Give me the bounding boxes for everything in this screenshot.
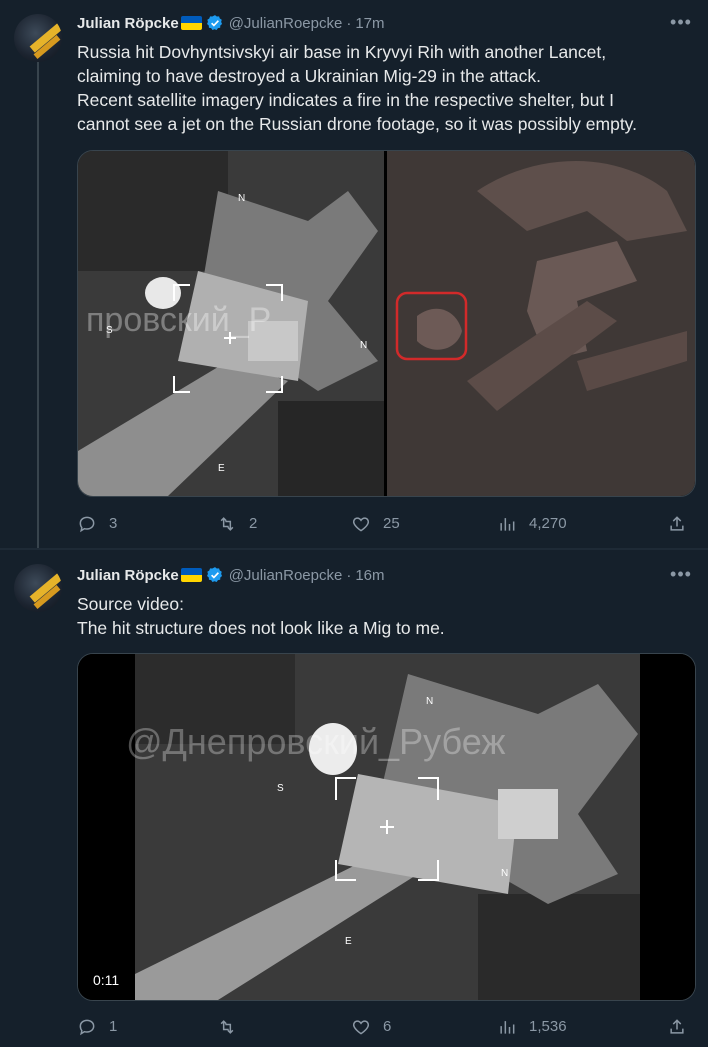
watermark-text: @Днепровский_Рубеж	[126, 721, 505, 762]
ukraine-flag-icon	[180, 16, 202, 30]
repost-button[interactable]: 2	[217, 514, 257, 534]
author-handle[interactable]: @JulianRoepcke	[229, 15, 343, 32]
tweet-text-line: cannot see a jet on the Russian drone fo…	[77, 114, 637, 134]
satellite-image[interactable]	[387, 151, 695, 496]
repost-icon	[220, 517, 234, 531]
avatar[interactable]	[14, 564, 62, 612]
tweet-text: Russia hit Dovhyntsivskyi air base in Kr…	[77, 40, 697, 136]
avatar[interactable]	[14, 14, 62, 62]
tweet-text: Source video: The hit structure does not…	[77, 592, 697, 640]
view-count: 4,270	[529, 515, 567, 532]
views-button[interactable]: 4,270	[497, 514, 567, 534]
tweet-time[interactable]: 16m	[355, 567, 384, 584]
compass-north-label: N	[360, 340, 367, 351]
separator-dot: ·	[346, 14, 352, 32]
tweet[interactable]: Julian Röpcke @JulianRoepcke · 16m ••• S…	[0, 550, 708, 1047]
compass-north-label: N	[501, 868, 508, 879]
tweet-text-line: Source video:	[77, 594, 185, 614]
like-count: 6	[383, 1018, 392, 1035]
compass-east-label: E	[345, 936, 352, 947]
reply-button[interactable]: 3	[77, 514, 117, 534]
view-count: 1,536	[529, 1018, 567, 1035]
heart-icon	[352, 517, 370, 532]
analytics-icon	[500, 518, 515, 531]
verified-badge-icon[interactable]	[206, 14, 224, 32]
share-icon	[670, 1019, 684, 1034]
verified-badge-icon[interactable]	[206, 566, 224, 584]
tweet-actions: 1 6 1,536	[77, 1017, 697, 1039]
tweet[interactable]: Julian Röpcke @JulianRoepcke · 17m ••• R…	[0, 0, 708, 548]
tweet-time[interactable]: 17m	[355, 15, 384, 32]
more-options-icon[interactable]: •••	[670, 12, 692, 32]
video-frame[interactable]: N S N E @Днепровский_Рубеж	[78, 654, 695, 1000]
author-name[interactable]: Julian Röpcke	[77, 15, 179, 32]
reply-button[interactable]: 1	[77, 1017, 117, 1037]
tweet-media-grid[interactable]: N S N E провский_Р	[77, 150, 696, 497]
drone-footage-image[interactable]: N S N E провский_Р	[78, 151, 384, 496]
repost-icon	[220, 1020, 234, 1034]
thread-connector-line	[37, 62, 39, 548]
tweet-header: Julian Röpcke @JulianRoepcke · 17m	[77, 14, 385, 32]
like-button[interactable]: 6	[351, 1017, 391, 1037]
author-name[interactable]: Julian Röpcke	[77, 567, 179, 584]
like-button[interactable]: 25	[351, 514, 400, 534]
like-count: 25	[383, 515, 400, 532]
tweet-text-line: The hit structure does not look like a M…	[77, 618, 445, 638]
author-handle[interactable]: @JulianRoepcke	[229, 567, 343, 584]
repost-button[interactable]	[217, 1017, 249, 1037]
compass-north-label: N	[238, 193, 245, 204]
compass-east-label: E	[218, 463, 225, 474]
tweet-text-line: Russia hit Dovhyntsivskyi air base in Kr…	[77, 42, 607, 62]
compass-south-label: S	[277, 783, 284, 794]
ukraine-flag-icon	[180, 568, 202, 582]
views-button[interactable]: 1,536	[497, 1017, 567, 1037]
more-options-icon[interactable]: •••	[670, 564, 692, 584]
compass-north-label: N	[426, 696, 433, 707]
share-button[interactable]	[667, 514, 699, 534]
reply-count: 1	[109, 1018, 118, 1035]
tweet-video[interactable]: N S N E @Днепровский_Рубеж 0:11	[77, 653, 696, 1001]
tweet-header: Julian Röpcke @JulianRoepcke · 16m	[77, 566, 385, 584]
separator-dot: ·	[346, 566, 352, 584]
watermark-text: провский_Р	[86, 301, 271, 339]
tweet-text-line: Recent satellite imagery indicates a fir…	[77, 90, 614, 110]
tweet-actions: 3 2 25 4,270	[77, 514, 697, 536]
tweet-text-line: claiming to have destroyed a Ukrainian M…	[77, 66, 541, 86]
reply-icon	[79, 1019, 95, 1036]
share-icon	[670, 516, 684, 531]
repost-count: 2	[249, 515, 258, 532]
video-duration-badge: 0:11	[88, 970, 125, 990]
analytics-icon	[500, 1021, 515, 1034]
reply-count: 3	[109, 515, 118, 532]
heart-icon	[352, 1020, 370, 1035]
reply-icon	[79, 516, 95, 533]
share-button[interactable]	[667, 1017, 699, 1037]
